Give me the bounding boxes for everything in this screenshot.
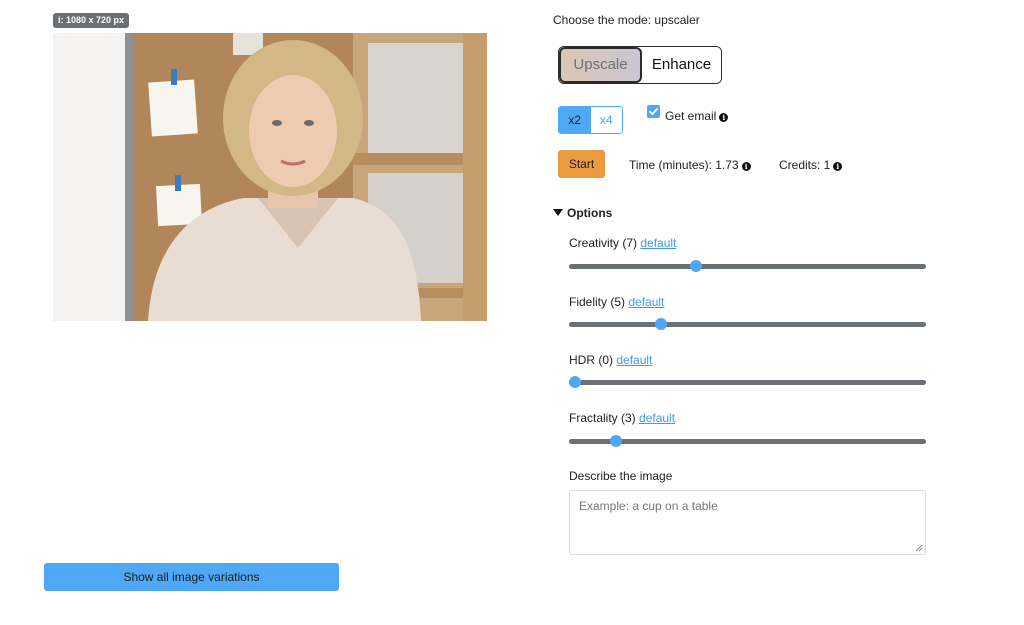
hdr-default-link[interactable]: default [616, 353, 652, 367]
creativity-default-link[interactable]: default [640, 236, 676, 250]
credits: Credits: 1i [779, 158, 843, 172]
creativity-label: Creativity (7) default [569, 236, 676, 250]
check-icon [649, 108, 658, 116]
options-label: Options [567, 206, 613, 220]
get-email-checkbox[interactable] [647, 105, 660, 118]
tab-enhance[interactable]: Enhance [642, 47, 721, 83]
uploaded-image [53, 33, 487, 321]
fidelity-label-text: Fidelity (5) [569, 295, 626, 309]
slider-track [569, 322, 926, 327]
time-estimate-text: Time (minutes): 1.73 [629, 158, 739, 172]
mode-tabs: Upscale Enhance [558, 46, 722, 84]
mode-label: Choose the mode: upscaler [553, 13, 700, 27]
slider-thumb[interactable] [655, 318, 668, 330]
get-email-label: Get email i [665, 109, 729, 123]
describe-label: Describe the image [569, 469, 673, 483]
fractality-label: Fractality (3) default [569, 411, 675, 425]
info-icon[interactable]: i [741, 162, 751, 171]
fidelity-label: Fidelity (5) default [569, 295, 664, 309]
describe-textarea[interactable]: Example: a cup on a table [569, 490, 926, 555]
caret-down-icon [553, 209, 563, 216]
creativity-slider[interactable] [569, 259, 926, 273]
hdr-label-text: HDR (0) [569, 353, 613, 367]
scale-x4-button[interactable]: x4 [590, 107, 622, 133]
slider-thumb[interactable] [569, 376, 581, 388]
scale-selector: x2 x4 [558, 106, 623, 134]
show-all-variations-button[interactable]: Show all image variations [44, 563, 339, 591]
scale-x2-button[interactable]: x2 [559, 107, 591, 133]
fractality-label-text: Fractality (3) [569, 411, 636, 425]
info-icon[interactable]: i [833, 162, 843, 171]
slider-track [569, 264, 926, 269]
hdr-label: HDR (0) default [569, 353, 652, 367]
slider-thumb[interactable] [689, 260, 702, 272]
get-email-text: Get email [665, 109, 717, 123]
hdr-slider[interactable] [569, 375, 926, 389]
creativity-label-text: Creativity (7) [569, 236, 638, 250]
slider-track [569, 439, 926, 444]
fidelity-default-link[interactable]: default [628, 295, 664, 309]
credits-text: Credits: 1 [779, 158, 831, 172]
fidelity-slider[interactable] [569, 317, 926, 331]
info-icon[interactable]: i [719, 113, 729, 122]
time-estimate: Time (minutes): 1.73 i [629, 158, 751, 172]
fractality-slider[interactable] [569, 434, 926, 448]
image-size-badge: i: 1080 x 720 px [53, 13, 130, 28]
resize-grip-icon[interactable] [915, 544, 923, 552]
describe-placeholder: Example: a cup on a table [579, 499, 718, 513]
slider-track [569, 380, 926, 385]
fractality-default-link[interactable]: default [639, 411, 675, 425]
tab-upscale[interactable]: Upscale [559, 47, 642, 83]
options-toggle[interactable]: Options [553, 206, 612, 220]
start-button[interactable]: Start [558, 150, 605, 178]
slider-thumb[interactable] [610, 435, 623, 447]
